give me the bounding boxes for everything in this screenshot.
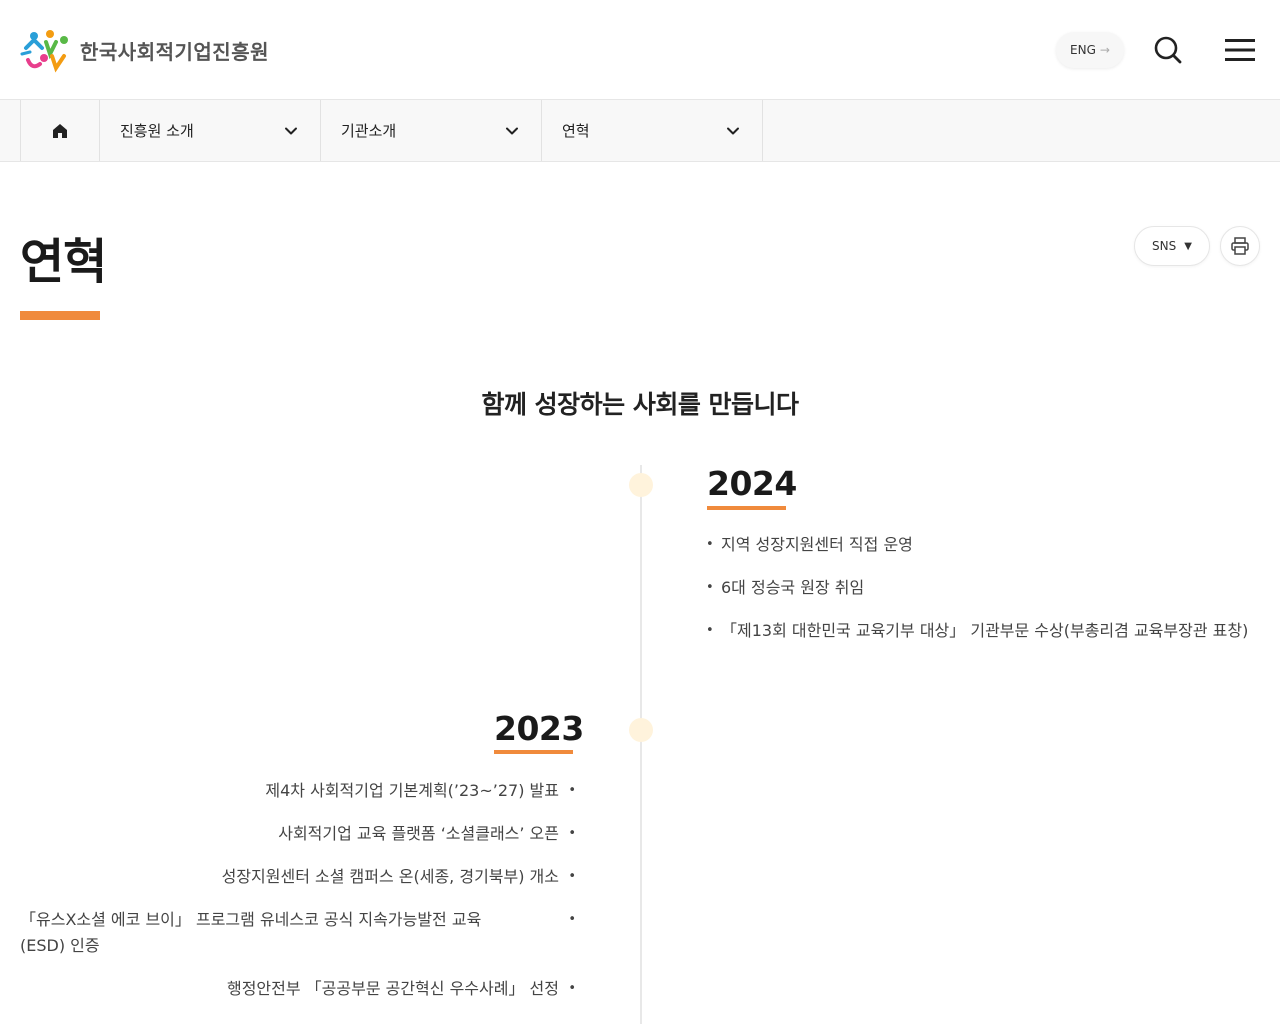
home-icon xyxy=(53,123,67,138)
year-heading-2023: 2023 xyxy=(494,709,584,748)
timeline-line xyxy=(640,465,642,1024)
sns-label: SNS xyxy=(1152,239,1177,253)
year-underline-2024 xyxy=(707,506,786,510)
year-heading-2024: 2024 xyxy=(707,464,797,503)
logo-text: 한국사회적기업진흥원 xyxy=(80,39,269,64)
list-item: 6대 정승국 원장 취임 xyxy=(706,575,1276,601)
chevron-down-icon xyxy=(506,127,518,134)
title-underline xyxy=(20,311,100,320)
list-item: 행정안전부 「공공부문 공간혁신 우수사례」 선정 xyxy=(20,976,576,1002)
chevron-down-icon xyxy=(727,127,739,134)
list-item: 제4차 사회적기업 기본계획(’23~’27) 발표 xyxy=(20,778,576,804)
menu-button[interactable] xyxy=(1222,34,1258,66)
sns-share-button[interactable]: SNS ▼ xyxy=(1134,226,1210,266)
search-icon xyxy=(1154,36,1182,64)
printer-icon xyxy=(1231,237,1249,255)
events-list-2023: 제4차 사회적기업 기본계획(’23~’27) 발표 사회적기업 교육 플랫폼 … xyxy=(20,778,576,1019)
page-subtitle: 함께 성장하는 사회를 만듭니다 xyxy=(481,390,799,419)
list-item: 「제13회 대한민국 교육기부 대상」 기관부문 수상(부총리겸 교육부장관 표… xyxy=(706,618,1276,644)
page-title: 연혁 xyxy=(20,234,107,290)
events-list-2024: 지역 성장지원센터 직접 운영 6대 정승국 원장 취임 「제13회 대한민국 … xyxy=(706,532,1276,661)
nav-dropdown-history[interactable]: 연혁 xyxy=(542,100,763,161)
list-item: 「유스X소셜 에코 브이」 프로그램 유네스코 공식 지속가능발전 교육(ESD… xyxy=(20,907,576,959)
timeline-dot-2023 xyxy=(629,718,653,742)
english-language-button[interactable]: ENG → xyxy=(1056,32,1124,68)
timeline-dot-2024 xyxy=(629,473,653,497)
nav-dropdown-organization[interactable]: 기관소개 xyxy=(321,100,542,161)
eng-label: ENG xyxy=(1070,43,1096,57)
arrow-right-icon: → xyxy=(1099,43,1110,57)
breadcrumb-nav: 진흥원 소개 기관소개 연혁 xyxy=(0,100,1280,162)
list-item: 지역 성장지원센터 직접 운영 xyxy=(706,532,1276,558)
logo-mark-icon xyxy=(20,26,72,74)
list-item: 사회적기업 교육 플랫폼 ‘소셜클래스’ 오픈 xyxy=(20,821,576,847)
home-button[interactable] xyxy=(20,100,100,161)
year-underline-2023 xyxy=(494,750,573,754)
hamburger-menu-icon xyxy=(1225,39,1255,61)
nav-item-label: 기관소개 xyxy=(341,122,397,140)
print-button[interactable] xyxy=(1220,226,1260,266)
nav-dropdown-intro[interactable]: 진흥원 소개 xyxy=(100,100,321,161)
list-item: 성장지원센터 소셜 캠퍼스 온(세종, 경기북부) 개소 xyxy=(20,864,576,890)
site-header: 한국사회적기업진흥원 ENG → xyxy=(0,0,1280,100)
nav-item-label: 진흥원 소개 xyxy=(120,122,194,140)
site-logo[interactable]: 한국사회적기업진흥원 xyxy=(20,26,269,74)
nav-item-label: 연혁 xyxy=(562,122,590,140)
caret-down-icon: ▼ xyxy=(1184,240,1192,252)
chevron-down-icon xyxy=(285,127,297,134)
search-button[interactable] xyxy=(1150,32,1186,68)
